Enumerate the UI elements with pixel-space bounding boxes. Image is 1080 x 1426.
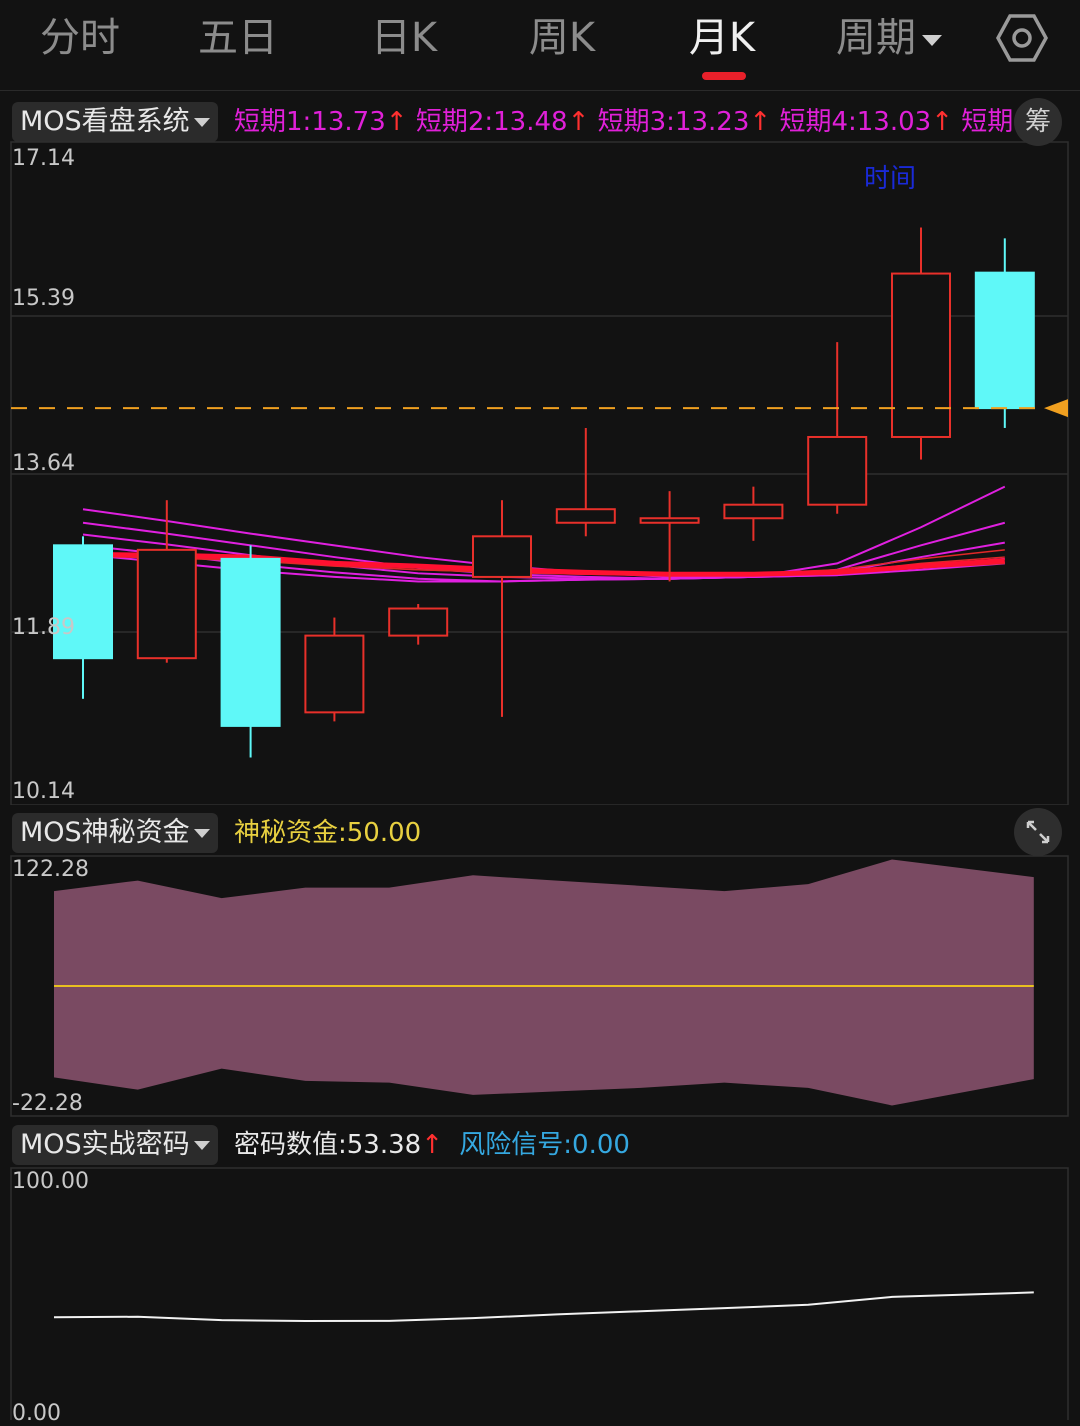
secret-fund-y-min: -22.28 xyxy=(12,1091,83,1116)
y-tick-label: 13.64 xyxy=(12,451,75,476)
chevron-down-icon xyxy=(193,118,210,127)
candle-body xyxy=(555,508,616,524)
y-tick-label: 11.89 xyxy=(12,615,75,640)
code-chart[interactable] xyxy=(0,1167,1080,1420)
secret-fund-indicator-name: MOS神秘资金 xyxy=(20,817,190,848)
code-indicator-select[interactable]: MOS实战密码 xyxy=(12,1125,218,1165)
time-annotation: 时间 xyxy=(864,164,917,194)
candle-up xyxy=(639,491,700,582)
expand-panel-button[interactable] xyxy=(1014,808,1062,856)
y-tick-label: 10.14 xyxy=(12,779,75,804)
secret-fund-label: 神秘资金: xyxy=(234,818,347,848)
legend-ma4-label: 短期4: xyxy=(779,107,857,137)
secret-fund-legend: 神秘资金:50.00 xyxy=(234,813,421,853)
secret-fund-chart[interactable] xyxy=(0,855,1080,1117)
secret-fund-value: 50.00 xyxy=(346,818,422,848)
legend-ma1-arrow: ↑ xyxy=(385,107,408,137)
chevron-down-icon xyxy=(193,1141,210,1150)
candle-body xyxy=(136,548,197,660)
legend-ma1-value: 13.73 xyxy=(311,107,386,137)
candle-body xyxy=(723,503,784,520)
risk-signal-value: 0.00 xyxy=(572,1130,630,1160)
candle-up xyxy=(304,617,365,722)
legend-ma2-arrow: ↑ xyxy=(567,107,590,137)
main-legend: 短期1:13.73↑ 短期2:13.48↑ 短期3:13.23↑ 短期4:13.… xyxy=(234,102,1014,142)
tab-period-dropdown[interactable]: 周期 xyxy=(824,10,954,66)
tab-weekly-k[interactable]: 周K xyxy=(512,10,612,66)
code-chart-frame xyxy=(10,1167,1069,1420)
tab-five-day[interactable]: 五日 xyxy=(188,10,288,66)
risk-signal-label: 风险信号: xyxy=(459,1130,573,1160)
candle-up xyxy=(891,227,951,460)
period-tabs: 分时 五日 日K 周K 月K 周期 xyxy=(0,0,1080,91)
candle-body xyxy=(53,544,113,660)
y-tick-label: 15.39 xyxy=(12,286,75,311)
candle-body xyxy=(388,607,449,637)
candle-body xyxy=(891,272,951,438)
chip-distribution-button[interactable]: 筹 xyxy=(1014,98,1062,146)
code-y-max: 100.00 xyxy=(12,1169,89,1194)
code-value: 53.38 xyxy=(346,1130,422,1160)
secret-fund-band xyxy=(54,859,1034,1106)
code-y-min: 0.00 xyxy=(12,1401,61,1426)
legend-ma3-value: 13.23 xyxy=(674,107,750,137)
legend-ma4-value: 13.03 xyxy=(856,107,932,137)
code-value-arrow: ↑ xyxy=(421,1130,443,1160)
legend-ma2-value: 13.48 xyxy=(493,107,568,137)
legend-ma2-label: 短期2: xyxy=(415,107,494,137)
chevron-down-icon xyxy=(193,829,210,838)
secret-fund-y-max: 122.28 xyxy=(12,857,89,882)
expand-icon xyxy=(1026,820,1050,844)
legend-ma3-arrow: ↑ xyxy=(749,107,772,137)
candle-body xyxy=(304,634,365,714)
candle-up xyxy=(807,342,868,514)
candle-body xyxy=(220,557,281,727)
tab-period-label: 周期 xyxy=(836,15,916,61)
code-legend: 密码数值:53.38↑ 风险信号:0.00 xyxy=(234,1125,630,1165)
secret-fund-indicator-select[interactable]: MOS神秘资金 xyxy=(12,813,218,853)
legend-ma3-label: 短期3: xyxy=(597,107,675,137)
code-value-line xyxy=(53,1291,1034,1323)
tab-monthly-k[interactable]: 月K xyxy=(672,10,772,66)
candle-up xyxy=(472,500,532,717)
legend-ma4-arrow: ↑ xyxy=(931,107,953,137)
tab-intraday[interactable]: 分时 xyxy=(30,10,130,66)
current-price-marker-icon xyxy=(1044,399,1068,418)
candle-body xyxy=(472,535,532,578)
candle-body xyxy=(639,517,700,524)
candle-up xyxy=(555,427,616,537)
candlestick-chart[interactable] xyxy=(0,140,1080,805)
code-value-label: 密码数值: xyxy=(234,1130,347,1160)
main-indicator-name: MOS看盘系统 xyxy=(20,106,190,137)
candle-body xyxy=(807,435,868,506)
legend-ma1-label: 短期1: xyxy=(234,107,312,137)
chevron-down-icon xyxy=(922,34,942,46)
candle-up xyxy=(388,604,449,645)
candle-down xyxy=(220,545,281,758)
main-indicator-select[interactable]: MOS看盘系统 xyxy=(12,102,218,142)
candle-down xyxy=(974,238,1035,428)
candle-up xyxy=(723,486,784,541)
candle-body xyxy=(974,271,1035,410)
code-indicator-name: MOS实战密码 xyxy=(20,1129,190,1160)
tab-daily-k[interactable]: 日K xyxy=(354,10,454,66)
settings-hexagon-icon[interactable] xyxy=(996,12,1048,64)
y-tick-label: 17.14 xyxy=(12,146,75,171)
active-tab-indicator xyxy=(702,72,746,80)
legend-ma5-label: 短期5 xyxy=(961,107,1014,137)
